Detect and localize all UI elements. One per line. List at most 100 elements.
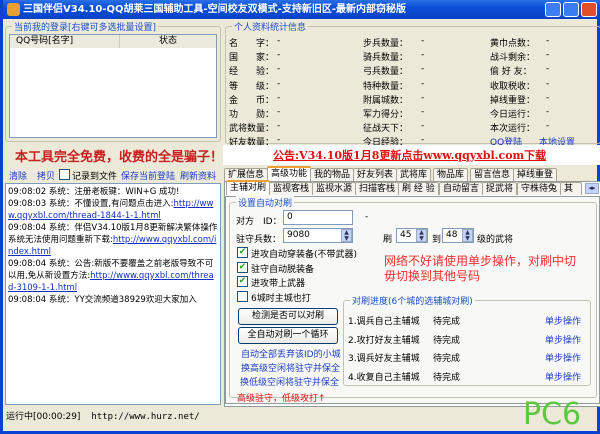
stat-value: - [277,64,281,75]
progress-title: 对刷进度(6个城的选辅城对刷) [350,294,475,307]
stat-value: - [546,92,550,103]
running-time: 运行中[00:00:29] [6,412,81,422]
stat-label: 军力得分： [363,110,409,120]
step-action-link[interactable]: 单步操作 [545,333,581,346]
subtab-7[interactable]: 捉武将 [482,182,518,195]
step-name: 4.收复自己主辅城 [348,372,420,383]
refresh-link[interactable]: 刷新资料 [180,169,216,182]
log-panel[interactable]: 09:08:02 系统：注册老板键：WIN+G 成功! 09:08:03 系统：不… [5,183,221,405]
subtab-5[interactable]: 刷 经 验 [398,182,439,195]
log-entry: 09:08:02 系统：注册老板键：WIN+G 成功! [8,186,218,198]
accounts-group: 当前我的登录[右键可多选批量设置] QQ号码[名字] 状态 [5,20,221,142]
dash-text: - [365,212,369,222]
log-entry: 09:08:03 系统：不懂设置,有问题点击进入:http://www.qqyx… [8,198,218,222]
stats-group: 个人资料统计信息 [225,20,600,144]
stat-label: 偷 好 友： [490,67,532,78]
tab-4[interactable]: 好友列表 [353,168,398,181]
brush-label: 刷 [383,235,393,245]
stat-value: - [546,107,550,117]
stat-label: 特种数量： [363,81,409,92]
level-to-spinner[interactable]: ▲ ▼ [462,229,473,242]
stat-value: - [421,64,425,75]
step-action-link[interactable]: 单步操作 [545,314,581,327]
subtab-3[interactable]: 监视水源 [312,182,357,195]
level-from-spinner[interactable]: ▲ ▼ [416,229,427,242]
stat-label: 金 币： [229,95,275,106]
step-name: 3.调兵好友主辅城 [348,354,420,364]
auto-brush-loop-button[interactable]: 全自动对刷一个循环 [238,327,338,344]
stat-value: - [277,107,281,117]
minimize-button[interactable] [545,2,561,17]
accounts-list[interactable]: QQ号码[名字] 状态 [9,34,217,138]
stat-value: - [546,36,550,46]
stat-label: 征战天下： [363,124,409,135]
save-login-link[interactable]: 保存当前登陆 [121,169,175,182]
stat-value: - [546,121,550,132]
stat-label: 国 家： [229,53,275,64]
maximize-button[interactable] [563,2,579,17]
option-checkbox[interactable]: ✔ [237,261,248,273]
step-action-link[interactable]: 单步操作 [545,370,581,383]
stat-label: 掉线重登： [490,95,536,106]
subtab-4[interactable]: 扫描客栈 [355,182,400,195]
tab-8[interactable]: 掉线重登 [513,168,558,181]
check-brush-button[interactable]: 检测是否可以对刷 [238,308,338,325]
log-entry: 09:08:04 系统：YY交流频道38929欢迎大家加入 [8,294,218,306]
stat-label: 弓兵数量： [363,67,409,78]
step-status: 待完成 [433,317,461,327]
copy-link[interactable]: 拷贝 [37,169,55,182]
tab-7[interactable]: 留言信息 [470,168,515,181]
status-bar: 运行中[00:00:29] http://www.hurz.net/ [3,410,221,424]
log-text: 09:08:04 系统：YY交流频道38929欢迎大家加入 [8,295,197,305]
stat-value: - [277,135,281,146]
tab-3[interactable]: 我的物品 [310,168,355,181]
tab-scroll-arrows-icon[interactable]: ◂▸ [585,183,599,194]
stat-value: - [421,50,425,61]
stat-label: 黄巾点数： [490,39,536,49]
option-checkbox[interactable]: ✔ [237,247,248,258]
stat-value: - [546,64,550,75]
stat-value: - [277,50,281,61]
option-checkbox[interactable] [237,290,248,302]
step-status: 待完成 [433,354,461,364]
announcement-link[interactable]: 公告:V34.10版1月8更新点击www.qqyxbl.com下载 [273,147,546,163]
opponent-id-input[interactable]: 0 [283,210,353,225]
option-label: 进攻自动穿装备(不带武器) [251,250,358,260]
subtab-6[interactable]: 自动留言 [439,182,484,195]
status-url: http://www.hurz.net/ [91,412,200,422]
column-status[interactable]: 状态 [120,35,216,48]
accounts-group-title: 当前我的登录[右键可多选批量设置] [12,20,159,33]
subtab-2[interactable]: 监视客栈 [269,182,314,195]
swap-high-level-link[interactable]: 换高级空闲将驻守并保全 [241,361,340,374]
stat-value: - [421,92,425,103]
log-text: 09:08:03 系统：不懂设置,有问题点击进入: [8,199,174,209]
option-label: 驻守自动脱装备 [251,264,315,275]
option-checkbox[interactable]: ✔ [237,276,248,287]
subtab-1[interactable]: 主辅对刷 [226,180,271,195]
level-suffix-label: 级的武将 [477,235,514,245]
stat-label: 名 字： [229,39,275,49]
column-qq[interactable]: QQ号码[名字] [10,35,120,48]
close-button[interactable] [581,2,597,17]
step-status: 待完成 [433,335,461,346]
stat-label: 本次运行： [490,124,536,135]
step-action-link[interactable]: 单步操作 [545,351,581,364]
abandon-small-cities-link[interactable]: 自动全部丢弃该ID的小城 [241,347,341,360]
tab-6[interactable]: 物品库 [433,168,469,181]
stat-label: 功 勋： [229,110,275,120]
main-window: 三国伴侣V34.10-QQ胡莱三国辅助工具-空间校友双模式-支持新旧区-最新内部… [0,0,600,434]
tab-5[interactable]: 武将库 [396,168,432,181]
record-to-file-checkbox[interactable] [59,169,70,180]
network-warning: 网络不好请使用单步操作，对刷中切毋切换到其他号码 [384,254,577,283]
app-icon [7,3,20,16]
step-name: 2.攻打好友主辅城 [348,335,420,346]
stat-label: 经 验： [229,67,275,78]
clear-link[interactable]: 清除 [9,169,27,182]
subtab-9[interactable]: 其他 [560,182,582,195]
stat-label: 战斗剩余： [490,53,536,64]
subtab-8[interactable]: 守株待兔 [517,182,562,195]
free-slogan: 本工具完全免费，收费的全是骗子！ [15,150,224,165]
tab-2[interactable]: 高级功能 [267,166,312,181]
swap-low-level-link[interactable]: 换低级空闲将驻守并保全 [240,375,339,388]
garrison-spinner[interactable]: ▲ ▼ [341,229,352,242]
